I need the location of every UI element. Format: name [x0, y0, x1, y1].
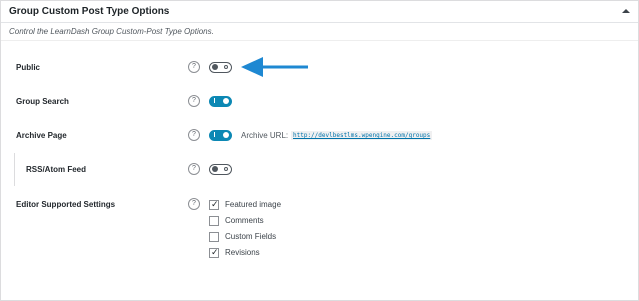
toggle-on-mark	[214, 132, 215, 137]
public-toggle[interactable]	[209, 62, 232, 73]
checkbox-label[interactable]: Comments	[225, 216, 264, 225]
checkmark-icon: ✓	[211, 199, 219, 209]
group-search-toggle[interactable]	[209, 96, 232, 107]
archive-page-label: Archive Page	[16, 131, 67, 140]
checkbox-label[interactable]: Custom Fields	[225, 232, 276, 241]
triangle-up-icon[interactable]	[620, 5, 632, 17]
toggle-on-mark	[214, 98, 215, 103]
toggle-knob	[212, 64, 218, 70]
checkbox[interactable]: ✓	[209, 199, 219, 210]
panel-title: Group Custom Post Type Options	[9, 6, 170, 17]
checkbox-label[interactable]: Revisions	[225, 248, 260, 257]
panel-header[interactable]: Group Custom Post Type Options	[1, 1, 638, 23]
checkbox-label[interactable]: Featured image	[225, 200, 281, 209]
toggle-off-mark	[224, 167, 228, 171]
archive-url-label: Archive URL:	[241, 131, 289, 140]
archive-url-link[interactable]: http://devlbestlms.wpengine.com/groups	[291, 131, 433, 140]
group-cpt-options-panel: Group Custom Post Type Options Control t…	[0, 0, 639, 301]
help-icon[interactable]: ?	[188, 198, 200, 210]
toggle-knob	[223, 132, 229, 138]
arrow-left-icon	[241, 57, 308, 77]
help-icon[interactable]: ?	[188, 95, 200, 107]
rss-feed-toggle[interactable]	[209, 164, 232, 175]
toggle-knob	[212, 166, 218, 172]
public-label: Public	[16, 63, 41, 72]
archive-page-toggle[interactable]	[209, 130, 232, 141]
help-icon[interactable]: ?	[188, 163, 200, 175]
checkmark-icon: ✓	[211, 247, 219, 257]
divider	[1, 40, 638, 41]
panel-description: Control the LearnDash Group Custom-Post …	[9, 27, 214, 36]
toggle-knob	[223, 98, 229, 104]
help-icon[interactable]: ?	[188, 129, 200, 141]
sub-setting-indent-rule	[14, 153, 15, 186]
toggle-off-mark	[224, 65, 228, 69]
checkbox[interactable]	[209, 232, 219, 242]
editor-settings-label: Editor Supported Settings	[16, 200, 116, 209]
rss-feed-label: RSS/Atom Feed	[26, 165, 87, 174]
help-icon[interactable]: ?	[188, 61, 200, 73]
group-search-label: Group Search	[16, 97, 69, 106]
checkbox[interactable]	[209, 216, 219, 226]
checkbox[interactable]: ✓	[209, 247, 219, 258]
